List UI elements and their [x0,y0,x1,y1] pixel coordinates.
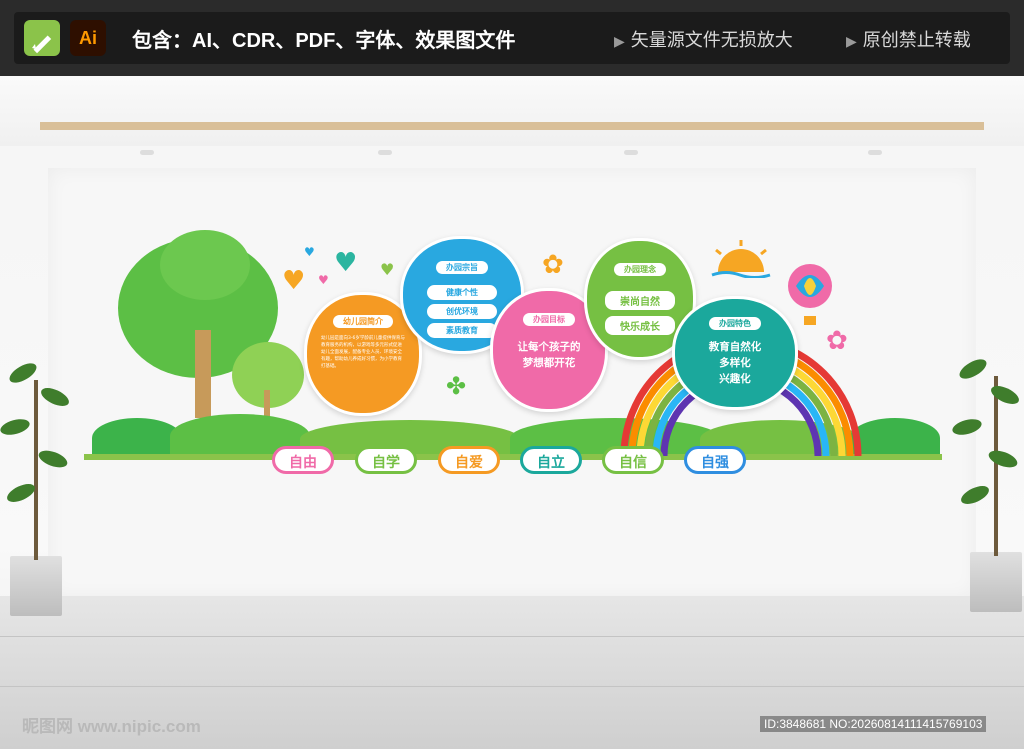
value-badge-self-love: 自爱 [438,446,500,474]
purpose-item: 创优环境 [427,304,497,319]
value-badge-self-study: 自学 [355,446,417,474]
value-badge-independence: 自立 [520,446,582,474]
room-scene [0,76,1024,749]
ceiling-light [378,150,392,155]
image-id-watermark: ID:3848681 NO:20260814111415769103 [760,716,987,732]
banner-inner: Ai 包含：AI、CDR、PDF、字体、效果图文件 ▶ 矢量源文件无损放大 ▶ 原创… [14,12,1010,64]
intro-text: 幼儿园是面向3-6岁学龄前儿童提供保育与教育服务的机构，以游戏等多元形式促进幼儿… [321,336,405,369]
tree-trunk [195,330,211,418]
heart-icon: ♥ [380,260,395,279]
flower-icon: ✿ [826,326,848,356]
goal-title: 办园目标 [523,313,575,326]
notice-vector-text: 矢量源文件无损放大 [630,30,793,50]
notice-original: ▶ 原创禁止转载 [846,26,971,52]
purpose-item: 健康个性 [427,285,497,300]
value-badge-confidence: 自信 [602,446,664,474]
goal-line-2: 梦想都开花 [522,357,576,369]
plant-stem [34,380,38,560]
bush [92,418,182,458]
ceiling [0,76,1024,146]
feature-line-1: 教育自然化 [708,341,762,353]
triangle-right-icon: ▶ [614,33,625,49]
clover-icon: ✤ [446,372,467,400]
triangle-right-icon: ▶ [846,33,857,49]
notice-vector: ▶ 矢量源文件无损放大 [614,26,793,52]
site-watermark: 昵图网 www.nipic.com [22,717,201,736]
concept-title: 办园理念 [614,263,666,276]
ceiling-light [624,150,638,155]
heart-icon: ♥ [334,248,358,278]
sun-icon [711,240,771,278]
concept-item: 快乐成长 [605,316,675,335]
plant-pot [970,552,1022,612]
value-badge-freedom: 自由 [272,446,334,474]
top-banner: Ai 包含：AI、CDR、PDF、字体、效果图文件 ▶ 矢量源文件无损放大 ▶ 原创… [0,0,1024,76]
ceiling-light [140,150,154,155]
plant-pot [10,556,62,616]
included-files-text: 包含：AI、CDR、PDF、字体、效果图文件 [132,30,516,52]
value-badge-self-strength: 自强 [684,446,746,474]
wood-trim [40,122,984,130]
tree-crown [160,230,250,300]
purpose-title: 办园宗旨 [436,261,488,274]
intro-title: 幼儿园简介 [333,315,393,328]
purpose-item: 素质教育 [427,323,497,338]
flower-icon: ✿ [542,250,564,280]
goal-line-1: 让每个孩子的 [517,341,581,353]
illustrator-icon: Ai [70,20,106,56]
feature-cloud: 办园特色 教育自然化 多样化 兴趣化 [672,296,798,410]
concept-item: 崇尚自然 [605,291,675,310]
plant-stem [994,376,998,556]
notice-original-text: 原创禁止转载 [862,30,971,50]
feature-line-2: 多样化 [719,357,751,369]
heart-icon: ♥ [304,245,315,259]
feature-line-3: 兴趣化 [719,373,751,385]
heart-icon: ♥ [318,273,329,287]
feature-title: 办园特色 [709,317,761,330]
ceiling-light [868,150,882,155]
heart-icon: ♥ [282,266,306,296]
balloon-icon [788,264,832,325]
pencil-icon [24,20,60,56]
